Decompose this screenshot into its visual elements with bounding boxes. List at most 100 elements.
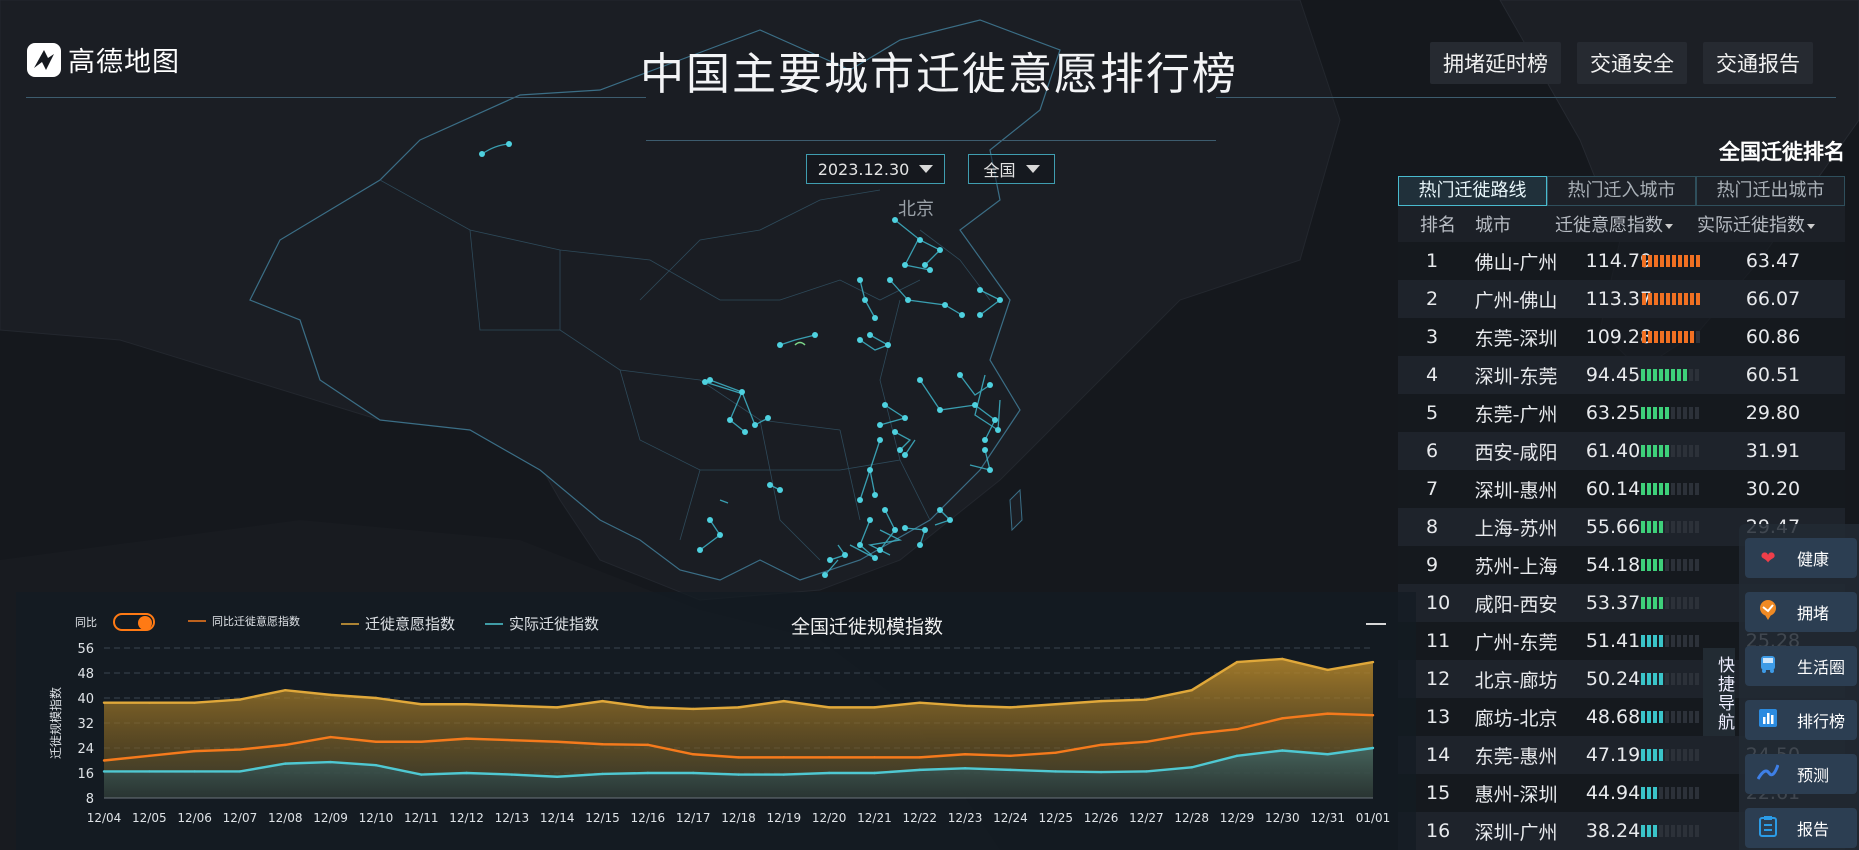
data-point (1009, 768, 1012, 772)
level-segment (1659, 369, 1664, 381)
willingness-level-bar (1641, 483, 1733, 495)
tab-hot-routes[interactable]: 热门迁徙路线 (1398, 176, 1547, 206)
tab-hot-outbound-cities[interactable]: 热门迁出城市 (1696, 176, 1845, 206)
rank-number: 3 (1426, 326, 1439, 348)
actual-value: 63.47 (1745, 250, 1801, 272)
willingness-level-bar (1641, 407, 1733, 419)
willingness-level-bar (1641, 825, 1733, 837)
data-point (737, 773, 740, 776)
level-segment (1677, 825, 1682, 837)
data-point (601, 743, 604, 746)
x-tick-label: 12/27 (1129, 811, 1164, 825)
y-tick-label: 56 (77, 642, 94, 657)
willingness-value: 50.24 (1585, 668, 1641, 690)
level-segment (1695, 293, 1700, 305)
level-segment (1683, 825, 1688, 837)
data-point (963, 704, 967, 708)
level-segment (1671, 559, 1676, 571)
willingness-value: 51.41 (1585, 630, 1641, 652)
top-nav: 拥堵延时榜 交通安全 交通报告 (1430, 42, 1813, 84)
level-segment (1671, 749, 1676, 761)
level-segment (1671, 483, 1676, 495)
level-segment (1641, 673, 1646, 685)
y-tick-label: 32 (77, 717, 94, 732)
level-segment (1665, 255, 1670, 267)
traffic-safety-button[interactable]: 交通安全 (1577, 42, 1687, 84)
data-point (1371, 713, 1375, 717)
ranking-row[interactable]: 4 深圳-东莞 94.45 60.51 (1398, 356, 1845, 394)
level-segment (1695, 749, 1700, 761)
level-segment (1695, 445, 1700, 457)
x-tick-label: 12/06 (177, 811, 212, 825)
quick-nav-congestion[interactable]: 拥堵 (1745, 592, 1857, 632)
level-segment (1671, 711, 1676, 723)
quick-nav-health[interactable]: ❤ 健康 (1745, 538, 1857, 578)
quick-nav-ranking[interactable]: 排行榜 (1745, 700, 1857, 740)
rank-number: 9 (1426, 554, 1439, 576)
level-segment (1665, 597, 1670, 609)
col-willingness-sort[interactable]: 迁徙意愿指数 (1555, 211, 1697, 237)
willingness-value: 38.24 (1585, 820, 1641, 842)
level-segment (1671, 787, 1676, 799)
level-segment (1647, 825, 1652, 837)
col-actual-sort[interactable]: 实际迁徙指数 (1697, 211, 1827, 237)
x-tick-label: 12/15 (585, 811, 620, 825)
tab-hot-inbound-cities[interactable]: 热门迁入城市 (1547, 176, 1696, 206)
level-segment (1653, 521, 1658, 533)
data-point (1054, 703, 1057, 706)
x-tick-label: 12/08 (268, 811, 303, 825)
level-segment (1653, 825, 1658, 837)
data-point (102, 759, 106, 762)
level-segment (1665, 331, 1670, 343)
level-segment (1671, 369, 1676, 381)
level-segment (1695, 787, 1700, 799)
data-point (737, 706, 740, 709)
level-segment (1695, 483, 1700, 495)
data-point (691, 771, 695, 775)
data-point (148, 701, 151, 704)
level-segment (1665, 749, 1670, 761)
willingness-value: 114.79 (1585, 250, 1653, 272)
level-segment (1647, 483, 1652, 495)
level-segment (1653, 369, 1658, 381)
willingness-level-bar (1641, 749, 1733, 761)
data-point (782, 756, 786, 759)
traffic-report-button[interactable]: 交通报告 (1703, 42, 1813, 84)
ranking-row[interactable]: 6 西安-咸阳 61.40 31.91 (1398, 432, 1845, 470)
ranking-row[interactable]: 5 东莞-广州 63.25 29.80 (1398, 394, 1845, 432)
quick-nav-forecast[interactable]: 预测 (1745, 754, 1857, 794)
level-segment (1665, 673, 1670, 685)
congestion-ranking-button[interactable]: 拥堵延时榜 (1430, 42, 1561, 84)
x-tick-label: 12/31 (1310, 811, 1345, 825)
x-tick-label: 12/20 (812, 811, 847, 825)
level-segment (1689, 559, 1694, 571)
level-segment (1653, 293, 1658, 305)
y-tick-label: 40 (77, 692, 94, 707)
level-segment (1641, 369, 1646, 381)
willingness-value: 54.18 (1585, 554, 1641, 576)
ranking-row[interactable]: 2 广州-佛山 113.37 66.07 (1398, 280, 1845, 318)
level-segment (1641, 787, 1646, 799)
ranking-row[interactable]: 1 佛山-广州 114.79 63.47 (1398, 242, 1845, 280)
level-segment (1695, 521, 1700, 533)
x-tick-label: 12/30 (1265, 811, 1300, 825)
ranking-row[interactable]: 3 东莞-深圳 109.28 60.86 (1398, 318, 1845, 356)
ranking-row[interactable]: 7 深圳-惠州 60.14 30.20 (1398, 470, 1845, 508)
x-tick-label: 12/24 (993, 811, 1028, 825)
willingness-value: 113.37 (1585, 288, 1653, 310)
route-name: 北京-廊坊 (1474, 669, 1558, 692)
level-segment (1647, 635, 1652, 647)
level-segment (1641, 711, 1646, 723)
quick-nav-life-circle[interactable]: 生活圈 (1745, 646, 1857, 686)
data-point (1190, 766, 1193, 769)
quick-nav-toggle[interactable]: 快捷导航 (1703, 648, 1735, 736)
bar-chart-icon (1753, 708, 1783, 733)
level-segment (1665, 787, 1670, 799)
data-point (873, 706, 876, 709)
x-tick-label: 12/21 (857, 811, 892, 825)
quick-nav-report[interactable]: 报告 (1745, 808, 1857, 848)
level-segment (1689, 825, 1694, 837)
level-segment (1653, 673, 1658, 685)
willingness-level-bar (1641, 597, 1733, 609)
level-segment (1683, 331, 1688, 343)
